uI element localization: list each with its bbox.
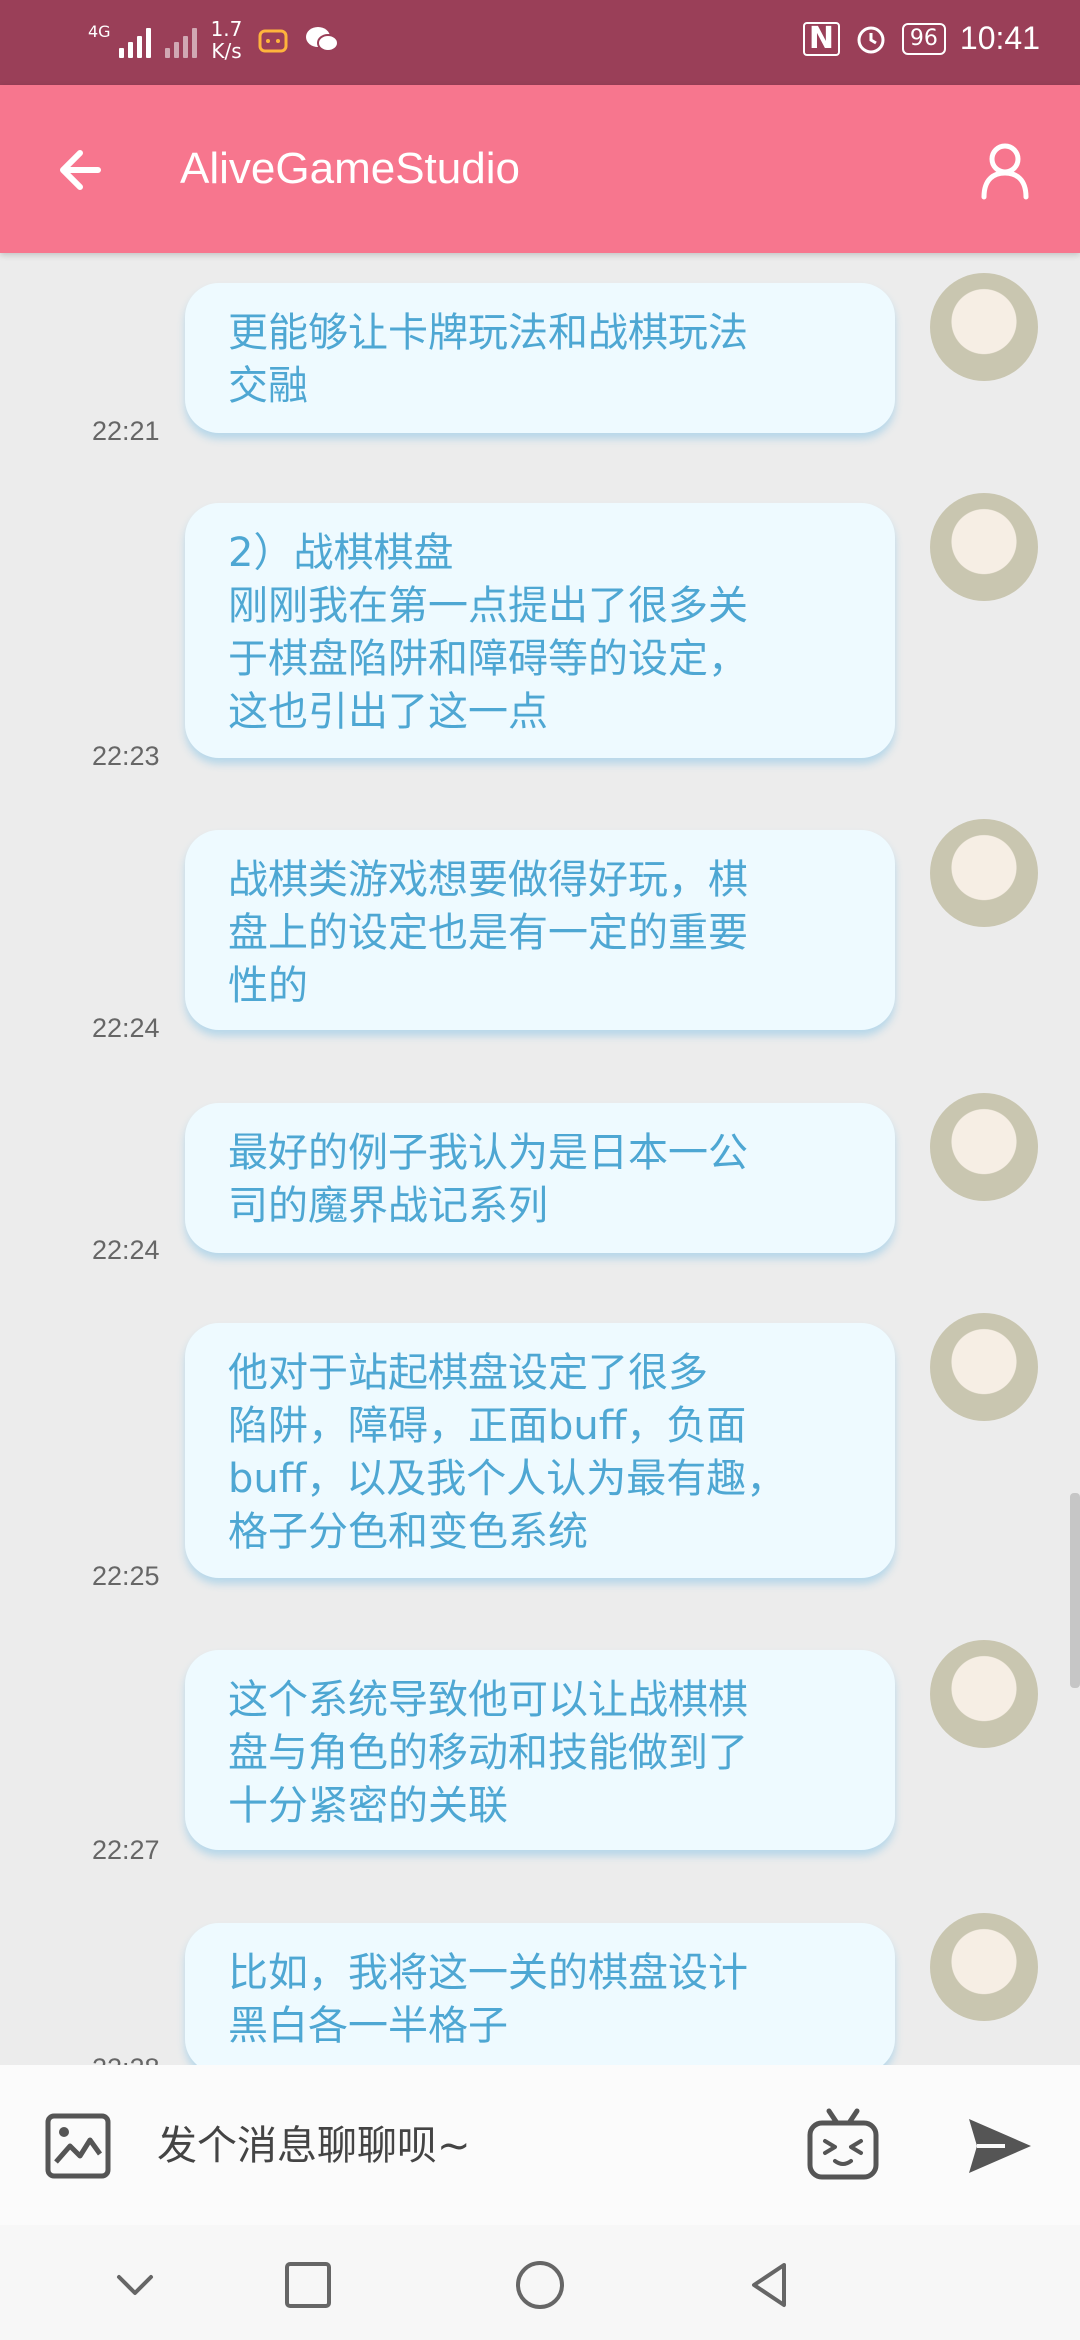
app-bar: AliveGameStudio <box>0 85 1080 253</box>
message-bubble[interactable]: 最好的例子我认为是日本一公 司的魔界战记系列 <box>185 1103 895 1253</box>
nav-recents-icon[interactable] <box>278 2255 338 2315</box>
nav-down-icon[interactable] <box>105 2255 165 2315</box>
message-time: 22:21 <box>92 416 160 446</box>
signal-icon-2 <box>164 22 197 58</box>
back-arrow-icon[interactable] <box>50 135 120 205</box>
emoji-tv-icon[interactable] <box>805 2107 881 2183</box>
chat-message-list[interactable]: 更能够让卡牌玩法和战棋玩法 交融 22:21 2）战棋棋盘 刚刚我在第一点提出了… <box>0 253 1080 2065</box>
speed-value: 1.7 <box>210 17 243 41</box>
wechat-icon <box>306 27 340 52</box>
message-bubble[interactable]: 战棋类游戏想要做得好玩，棋 盘上的设定也是有一定的重要 性的 <box>185 830 895 1030</box>
message-bubble[interactable]: 2）战棋棋盘 刚刚我在第一点提出了很多关 于棋盘陷阱和障碍等的设定， 这也引出了… <box>185 503 895 758</box>
status-left: 4G 1.7 K/s <box>88 18 340 62</box>
nfc-icon: N <box>802 21 840 56</box>
message-input[interactable] <box>155 2105 779 2187</box>
nav-back-icon[interactable] <box>740 2255 800 2315</box>
message-time: 22:24 <box>92 1235 160 1265</box>
network-speed: 1.7 K/s <box>211 18 243 62</box>
app-notification-icon <box>258 29 288 53</box>
avatar[interactable] <box>930 273 1038 381</box>
message-time: 22:27 <box>92 1835 160 1865</box>
message-time: 22:28 <box>92 2053 160 2065</box>
message-time: 22:23 <box>92 741 160 771</box>
user-icon[interactable] <box>970 135 1040 205</box>
message-bubble[interactable]: 他对于站起棋盘设定了很多 陷阱，障碍，正面buff，负面 buff，以及我个人认… <box>185 1323 895 1578</box>
message-bubble[interactable]: 比如，我将这一关的棋盘设计 黑白各一半格子 <box>185 1923 895 2065</box>
message-input-bar <box>0 2065 1080 2225</box>
status-bar: 4G 1.7 K/s N 96 10:41 <box>0 0 1080 85</box>
message-time: 22:24 <box>92 1013 160 1043</box>
system-nav-bar <box>0 2225 1080 2340</box>
speed-unit: K/s <box>211 39 242 63</box>
nav-home-icon[interactable] <box>510 2255 570 2315</box>
avatar[interactable] <box>930 819 1038 927</box>
avatar[interactable] <box>930 1913 1038 2021</box>
status-right: N 96 10:41 <box>802 20 1040 57</box>
message-time: 22:25 <box>92 1561 160 1591</box>
message-bubble[interactable]: 这个系统导致他可以让战棋棋 盘与角色的移动和技能做到了 十分紧密的关联 <box>185 1650 895 1850</box>
avatar[interactable] <box>930 493 1038 601</box>
avatar[interactable] <box>930 1093 1038 1201</box>
alarm-icon <box>857 26 885 53</box>
network-type: 4G <box>88 22 111 41</box>
signal-icon: 4G <box>88 22 151 58</box>
send-icon[interactable] <box>965 2113 1035 2179</box>
scrollbar-thumb[interactable] <box>1070 1493 1080 1688</box>
avatar[interactable] <box>930 1640 1038 1748</box>
battery-indicator: 96 <box>901 22 946 55</box>
avatar[interactable] <box>930 1313 1038 1421</box>
image-icon[interactable] <box>42 2110 114 2182</box>
page-title: AliveGameStudio <box>180 144 520 193</box>
status-time: 10:41 <box>959 20 1040 56</box>
message-bubble[interactable]: 更能够让卡牌玩法和战棋玩法 交融 <box>185 283 895 433</box>
